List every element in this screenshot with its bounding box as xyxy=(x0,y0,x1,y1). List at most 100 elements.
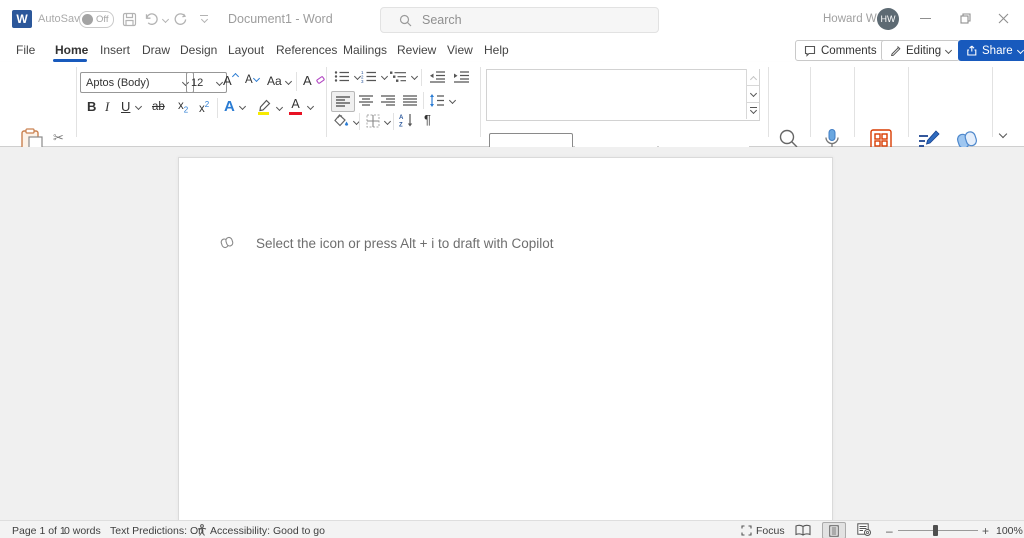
borders-button[interactable] xyxy=(366,114,392,128)
justify-button[interactable] xyxy=(403,95,418,106)
tab-view[interactable]: View xyxy=(447,43,473,57)
sort-button[interactable]: A Z xyxy=(399,113,415,127)
share-chevron-icon xyxy=(1016,46,1024,55)
italic-button[interactable]: I xyxy=(105,99,109,115)
share-button[interactable]: Share xyxy=(958,40,1024,61)
font-color-letter: A xyxy=(291,97,300,111)
close-button[interactable] xyxy=(998,13,1009,24)
document-canvas: Select the icon or press Alt + i to draf… xyxy=(0,147,1024,521)
minimize-button[interactable] xyxy=(920,18,931,20)
styles-gallery-scroller xyxy=(746,69,759,119)
zoom-in-button[interactable]: + xyxy=(982,524,989,538)
save-button[interactable] xyxy=(122,12,137,27)
styles-scroll-up-button[interactable] xyxy=(747,69,759,86)
grow-font-button[interactable]: A xyxy=(223,72,239,88)
avatar[interactable]: HW xyxy=(877,8,899,30)
sort-letter-a: A xyxy=(399,115,404,121)
tab-mailings[interactable]: Mailings xyxy=(343,43,387,57)
undo-dropdown-chevron-icon[interactable] xyxy=(161,15,170,23)
align-right-icon xyxy=(381,95,395,106)
autosave-state-label: Off xyxy=(96,14,109,25)
autosave-toggle-knob xyxy=(82,14,93,25)
show-marks-button[interactable]: ¶ xyxy=(424,112,431,127)
bold-button[interactable]: B xyxy=(87,99,96,114)
tab-references[interactable]: References xyxy=(276,43,337,57)
cut-button[interactable]: ✂ xyxy=(53,130,64,146)
tab-help[interactable]: Help xyxy=(484,43,509,57)
collapse-ribbon-button[interactable] xyxy=(998,124,1008,142)
redo-button[interactable] xyxy=(172,11,188,27)
underline-letter: U xyxy=(121,99,131,114)
autosave-toggle[interactable]: Off xyxy=(79,11,114,28)
tab-insert[interactable]: Insert xyxy=(100,43,130,57)
avatar-initials: HW xyxy=(880,14,896,24)
comments-button[interactable]: Comments xyxy=(795,40,886,61)
web-layout-button[interactable] xyxy=(857,523,871,536)
font-size-chevron-icon xyxy=(215,78,224,87)
read-mode-button[interactable] xyxy=(795,524,811,536)
focus-icon xyxy=(741,525,752,536)
print-layout-button[interactable] xyxy=(822,522,846,538)
align-center-button[interactable] xyxy=(359,95,374,106)
align-left-button[interactable] xyxy=(331,91,355,112)
line-spacing-button[interactable] xyxy=(429,94,457,107)
menu-bar: File Home Insert Draw Design Layout Refe… xyxy=(0,38,1024,62)
text-effects-chevron-icon xyxy=(238,102,246,111)
document-page[interactable]: Select the icon or press Alt + i to draf… xyxy=(178,157,833,521)
numbering-button[interactable]: 123 xyxy=(361,70,389,83)
search-box[interactable]: Search xyxy=(380,7,659,33)
shrink-font-button[interactable]: A xyxy=(245,74,260,86)
styles-more-button[interactable] xyxy=(747,103,759,119)
zoom-slider-handle[interactable] xyxy=(933,524,938,536)
multilevel-chevron-icon xyxy=(410,72,419,81)
increase-indent-button[interactable] xyxy=(453,70,470,83)
text-predictions[interactable]: Text Predictions: On xyxy=(110,525,204,537)
font-color-swatch xyxy=(289,112,302,115)
align-right-button[interactable] xyxy=(381,95,396,106)
font-color-button[interactable]: A xyxy=(289,97,315,115)
highlight-button[interactable] xyxy=(256,99,284,115)
superscript-button[interactable]: x2 xyxy=(199,100,209,115)
multilevel-list-button[interactable] xyxy=(390,70,419,83)
tab-layout[interactable]: Layout xyxy=(228,43,264,57)
word-count[interactable]: 0 words xyxy=(64,525,101,537)
strikethrough-button[interactable]: ab xyxy=(152,101,165,113)
bullets-button[interactable] xyxy=(334,70,362,83)
tab-draw[interactable]: Draw xyxy=(142,43,170,57)
font-name-combobox[interactable]: Aptos (Body) xyxy=(80,72,194,93)
quick-access-customize-button[interactable] xyxy=(200,15,208,24)
share-icon xyxy=(967,45,977,56)
clear-formatting-button[interactable]: A xyxy=(303,73,325,88)
subscript-button[interactable]: x2 xyxy=(178,100,188,114)
tab-file[interactable]: File xyxy=(16,43,35,57)
restore-button[interactable] xyxy=(960,13,971,24)
tab-design[interactable]: Design xyxy=(180,43,217,57)
tab-home[interactable]: Home xyxy=(55,43,88,57)
text-effects-button[interactable]: A xyxy=(224,98,246,115)
restore-icon xyxy=(960,13,971,24)
zoom-level[interactable]: 100% xyxy=(996,525,1023,537)
paint-bucket-icon xyxy=(334,114,349,127)
editing-mode-button[interactable]: Editing xyxy=(881,40,961,61)
styles-scroll-down-button[interactable] xyxy=(747,86,759,103)
zoom-out-button[interactable]: – xyxy=(886,524,893,538)
editing-mode-label: Editing xyxy=(906,44,942,57)
grow-font-caret-icon xyxy=(231,72,239,81)
change-case-button[interactable]: Aa xyxy=(267,74,292,88)
focus-button[interactable]: Focus xyxy=(756,525,785,537)
status-bar: Page 1 of 1 0 words Text Predictions: On… xyxy=(0,520,1024,538)
change-case-chevron-icon xyxy=(284,77,292,85)
undo-button[interactable] xyxy=(143,11,170,27)
page-info[interactable]: Page 1 of 1 xyxy=(12,525,66,537)
underline-chevron-icon[interactable] xyxy=(135,102,143,111)
read-mode-icon xyxy=(795,524,811,536)
accessibility-status[interactable]: Accessibility: Good to go xyxy=(210,525,325,537)
font-size-combobox[interactable]: 12 xyxy=(186,72,227,93)
underline-button[interactable]: U xyxy=(121,99,143,114)
decrease-indent-button[interactable] xyxy=(429,70,446,83)
tab-review[interactable]: Review xyxy=(397,43,436,57)
shading-button[interactable] xyxy=(334,114,361,128)
change-case-label: Aa xyxy=(267,74,282,88)
copilot-draft-icon[interactable] xyxy=(219,235,235,250)
zoom-slider-track[interactable] xyxy=(898,529,978,531)
